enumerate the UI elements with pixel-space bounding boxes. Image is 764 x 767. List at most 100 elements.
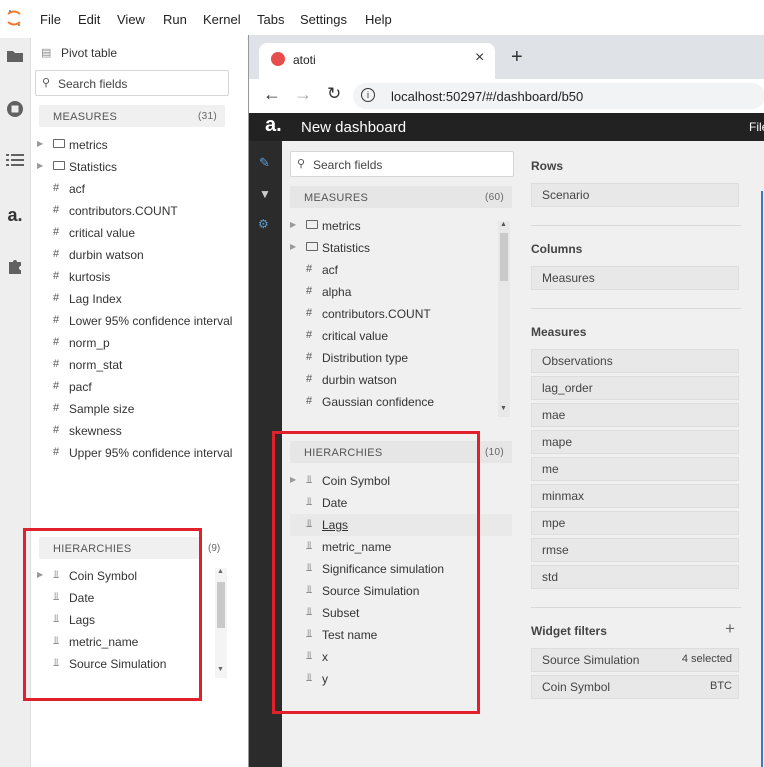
measure-item[interactable]: # contributors.COUNT <box>37 200 247 222</box>
expand-arrow-icon[interactable]: ▶ <box>290 242 296 251</box>
site-info-icon[interactable]: i <box>361 88 375 102</box>
menu-run[interactable]: Run <box>163 12 187 27</box>
highlight-box-left <box>23 528 202 701</box>
tree-item-label: metrics <box>322 219 361 233</box>
pivot-table-icon: ▤ <box>41 47 52 59</box>
measure-chip[interactable]: minmax <box>531 484 739 508</box>
dashboard-title[interactable]: New dashboard <box>301 119 406 136</box>
atoti-search-fields-input[interactable]: ⚲ Search fields <box>290 151 514 177</box>
expand-arrow-icon[interactable]: ▶ <box>37 161 43 170</box>
tree-item-label: alpha <box>322 285 352 299</box>
forward-icon[interactable]: → <box>294 84 312 105</box>
measure-chip[interactable]: Observations <box>531 349 739 373</box>
columns-chip[interactable]: Measures <box>531 266 739 290</box>
measure-chip[interactable]: me <box>531 457 739 481</box>
measure-item[interactable]: # contributors.COUNT <box>290 303 495 325</box>
edit-pencil-icon[interactable]: ✎ <box>259 155 270 171</box>
measure-chip[interactable]: mape <box>531 430 739 454</box>
folder-icon <box>53 138 65 150</box>
browser-tab[interactable]: atoti × <box>259 43 495 79</box>
tree-item-label: durbin watson <box>69 248 144 262</box>
hash-icon: # <box>53 402 60 414</box>
expand-arrow-icon[interactable]: ▶ <box>290 220 296 229</box>
atoti-menu-file[interactable]: File <box>749 120 764 134</box>
measure-item[interactable]: # alpha <box>290 281 495 303</box>
atoti-header: a. New dashboard File <box>249 113 764 141</box>
measure-item[interactable]: # acf <box>290 259 495 281</box>
expand-arrow-icon[interactable]: ▶ <box>37 139 43 148</box>
search-fields-input[interactable]: ⚲ Search fields <box>35 70 229 96</box>
measure-item[interactable]: # Sample size <box>37 398 247 420</box>
measure-chip[interactable]: std <box>531 565 739 589</box>
measure-item[interactable]: # durbin watson <box>290 369 495 391</box>
table-of-contents-icon[interactable] <box>4 152 26 174</box>
reload-icon[interactable]: ↻ <box>327 84 341 104</box>
panel-tab[interactable]: ▤ Pivot table <box>35 40 235 64</box>
measure-item[interactable]: # acf <box>37 178 247 200</box>
menu-file[interactable]: File <box>40 12 61 27</box>
measures-title: Measures <box>531 325 587 339</box>
hierarchies-scrollbar[interactable]: ▲ ▼ <box>215 568 227 678</box>
tree-item-label: norm_stat <box>69 358 123 372</box>
filter-chip[interactable]: Coin Symbol BTC <box>531 675 739 699</box>
panel-resize-handle[interactable] <box>761 191 763 767</box>
menu-settings[interactable]: Settings <box>300 12 347 27</box>
measure-item[interactable]: # Upper 95% confidence interval <box>37 442 247 464</box>
measure-item[interactable]: # Distribution type <box>290 347 495 369</box>
filter-icon[interactable]: ▼ <box>259 187 271 201</box>
measure-item[interactable]: # kurtosis <box>37 266 247 288</box>
rows-title: Rows <box>531 159 564 173</box>
extension-icon[interactable] <box>4 258 26 280</box>
measure-item[interactable]: # Lower 95% confidence interval <box>37 310 247 332</box>
new-tab-icon[interactable]: + <box>511 46 523 69</box>
add-filter-icon[interactable]: + <box>725 619 735 639</box>
measure-chip[interactable]: mpe <box>531 511 739 535</box>
measure-item[interactable]: # Lag Index <box>37 288 247 310</box>
measure-item[interactable]: # Gaussian confidence <box>290 391 495 413</box>
running-icon[interactable] <box>4 100 26 122</box>
atoti-logo-icon[interactable]: a. <box>265 114 282 137</box>
menu-edit[interactable]: Edit <box>78 12 100 27</box>
folder-item[interactable]: ▶ Statistics <box>290 237 495 259</box>
folder-item[interactable]: ▶ metrics <box>290 215 495 237</box>
folder-item[interactable]: ▶ Statistics <box>37 156 247 178</box>
measure-item[interactable]: # norm_p <box>37 332 247 354</box>
close-tab-icon[interactable]: × <box>475 49 484 67</box>
measure-chip[interactable]: rmse <box>531 538 739 562</box>
columns-chip-label: Measures <box>542 271 595 285</box>
menu-help[interactable]: Help <box>365 12 392 27</box>
hash-icon: # <box>53 446 60 458</box>
measure-item[interactable]: # critical value <box>290 325 495 347</box>
back-icon[interactable]: ← <box>263 84 281 105</box>
measure-chip[interactable]: lag_order <box>531 376 739 400</box>
folder-icon[interactable] <box>4 48 26 70</box>
hash-icon: # <box>306 263 313 275</box>
measure-chip[interactable]: mae <box>531 403 739 427</box>
measure-item[interactable]: # pacf <box>37 376 247 398</box>
hash-icon: # <box>53 380 60 392</box>
url-text: localhost:50297/#/dashboard/b50 <box>391 89 584 104</box>
menu-tabs[interactable]: Tabs <box>257 12 284 27</box>
filter-chip[interactable]: Source Simulation 4 selected <box>531 648 739 672</box>
measure-chip-label: mpe <box>542 516 566 530</box>
tree-item-label: acf <box>69 182 86 196</box>
hash-icon: # <box>53 204 60 216</box>
address-bar: ← → ↻ i localhost:50297/#/dashboard/b50 <box>249 79 764 114</box>
widget-filters-list: Source Simulation 4 selected Coin Symbol BT… <box>531 648 741 708</box>
measure-item[interactable]: # critical value <box>37 222 247 244</box>
measure-item[interactable]: # skewness <box>37 420 247 442</box>
columns-title: Columns <box>531 242 583 256</box>
url-field[interactable]: i localhost:50297/#/dashboard/b50 <box>353 83 764 109</box>
atoti-measures-scrollbar[interactable]: ▲ ▼ <box>498 221 510 417</box>
rows-chip[interactable]: Scenario <box>531 183 739 207</box>
measure-item[interactable]: # durbin watson <box>37 244 247 266</box>
menu-view[interactable]: View <box>117 12 145 27</box>
widgets-icon[interactable]: ⚙ <box>258 217 269 231</box>
hash-icon: # <box>306 307 313 319</box>
atoti-logo-icon[interactable]: a. <box>4 204 26 226</box>
jupyter-logo-icon[interactable] <box>6 9 22 27</box>
measure-item[interactable]: # norm_stat <box>37 354 247 376</box>
folder-item[interactable]: ▶ metrics <box>37 134 247 156</box>
menu-kernel[interactable]: Kernel <box>203 12 241 27</box>
filter-name: Source Simulation <box>542 653 640 667</box>
